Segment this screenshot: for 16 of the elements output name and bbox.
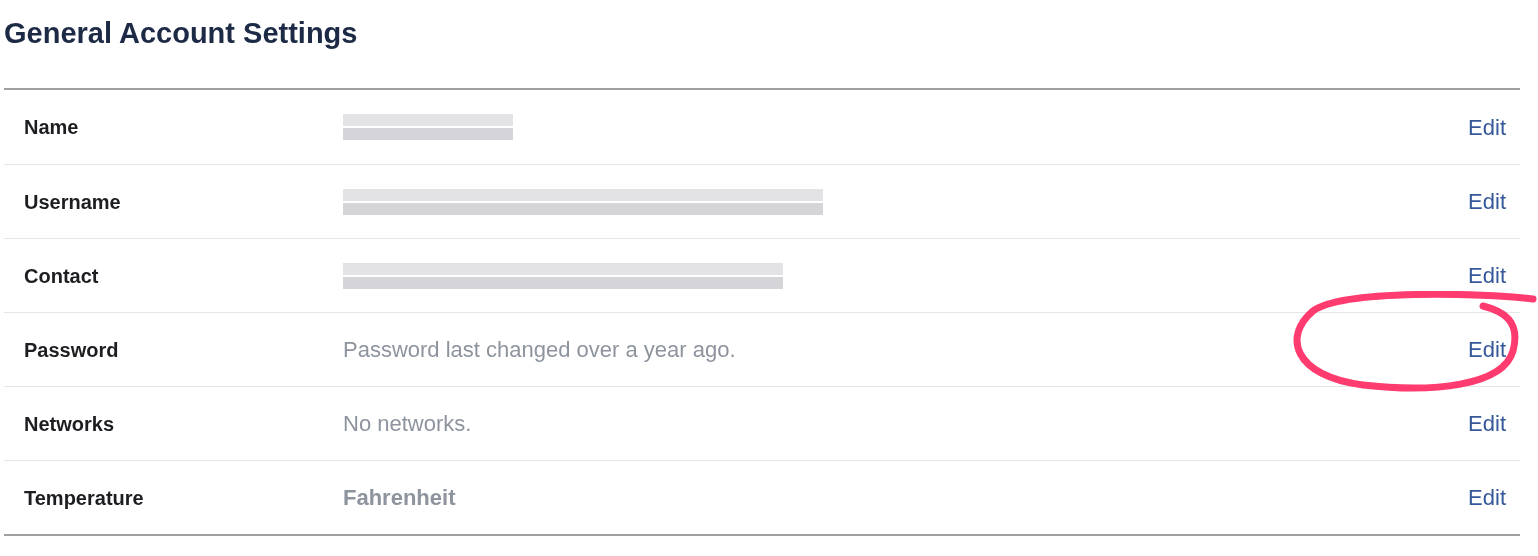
setting-value: No networks. [343,410,472,438]
setting-label: Password [23,337,120,363]
setting-value: Password last changed over a year ago. [343,336,736,364]
edit-link[interactable]: Edit [1468,411,1506,436]
setting-value: Fahrenheit [343,484,456,512]
edit-link[interactable]: Edit [1468,263,1506,288]
setting-label: Name [23,115,80,140]
setting-label: Contact [23,263,100,289]
page-title: General Account Settings [4,16,358,51]
edit-link[interactable]: Edit [1468,485,1506,510]
edit-link[interactable]: Edit [1468,114,1506,140]
setting-label: Networks [23,411,116,437]
edit-link[interactable]: Edit [1468,337,1506,362]
edit-link[interactable]: Edit [1468,189,1506,214]
setting-label: Temperature [23,485,145,511]
setting-label: Username [23,189,122,215]
